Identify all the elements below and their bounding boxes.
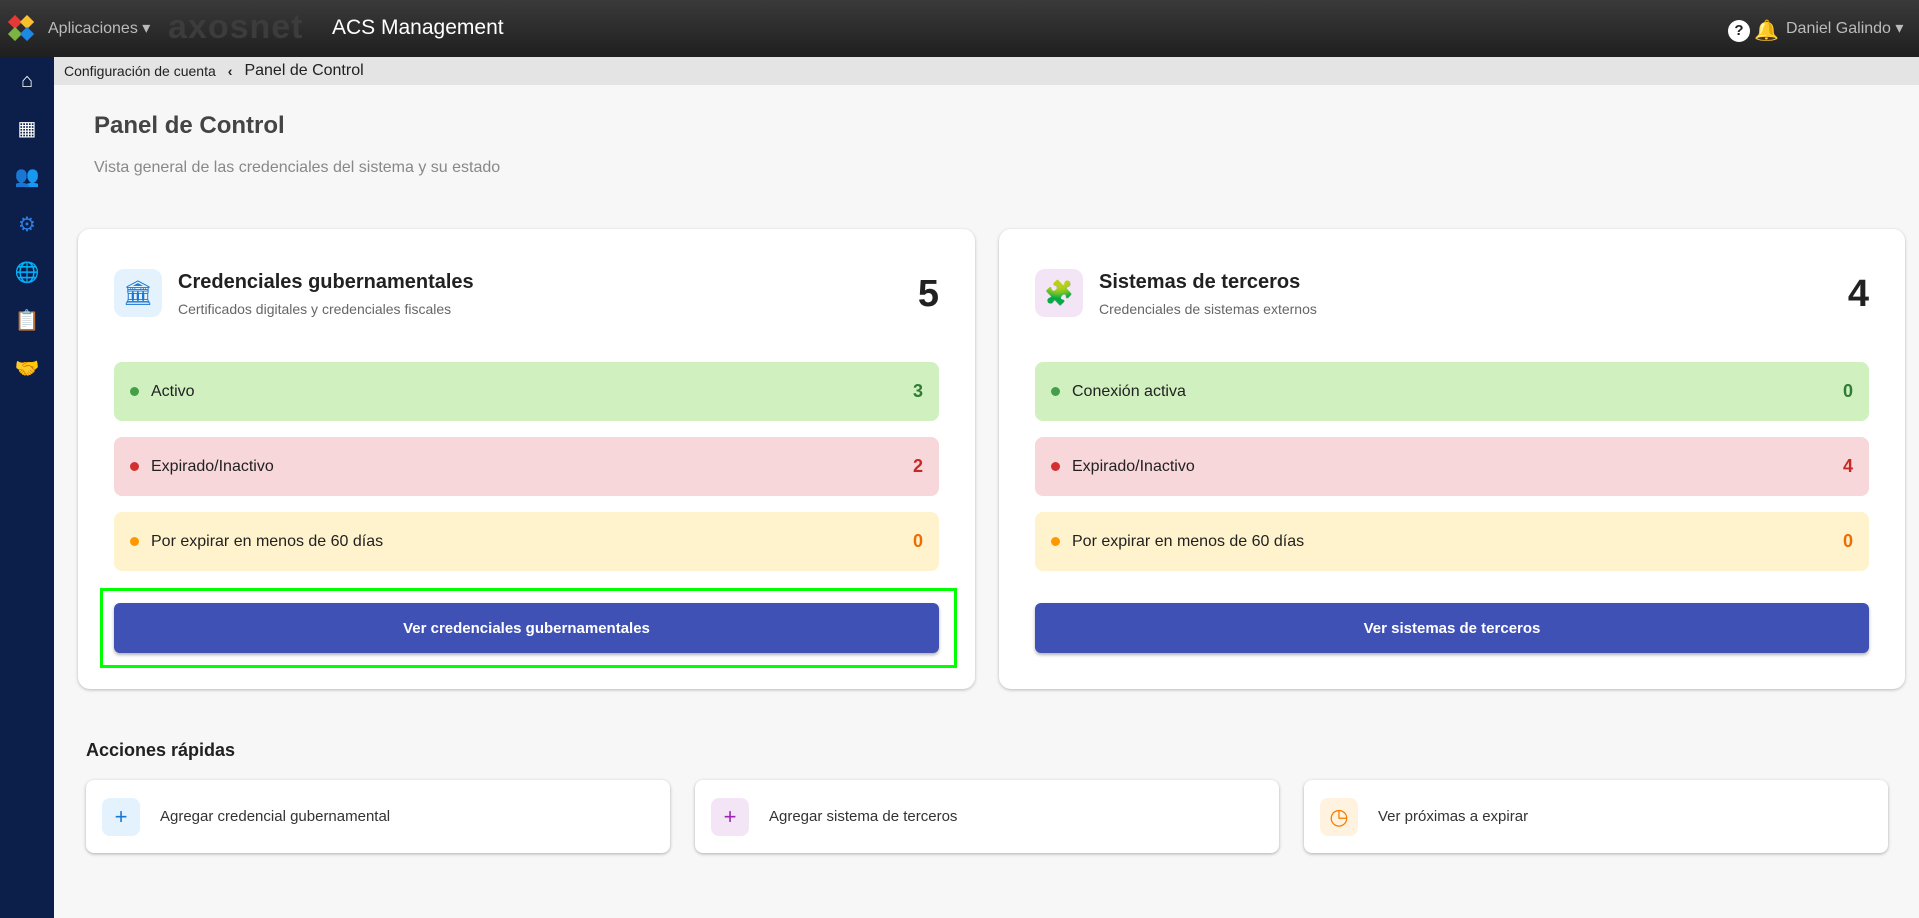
status-dot-icon xyxy=(130,387,139,396)
gear-icon[interactable]: ⚙ xyxy=(0,201,54,249)
status-label: Por expirar en menos de 60 días xyxy=(151,532,384,550)
status-dot-icon xyxy=(130,462,139,471)
status-row-expiring: Por expirar en menos de 60 días 0 xyxy=(114,512,939,571)
status-value: 0 xyxy=(1842,531,1853,551)
status-value: 3 xyxy=(912,381,923,401)
users-icon[interactable]: 👥 xyxy=(0,153,54,201)
user-menu[interactable]: Daniel Galindo ▾ xyxy=(1786,18,1903,38)
handshake-icon[interactable]: 🤝 xyxy=(0,345,54,393)
applications-menu[interactable]: Aplicaciones ▾ xyxy=(48,18,150,38)
status-value: 0 xyxy=(1842,381,1853,401)
status-value: 4 xyxy=(1842,456,1853,476)
status-row-active: Conexión activa 0 xyxy=(1035,362,1869,421)
status-label: Activo xyxy=(151,382,195,400)
bank-icon: 🏛 xyxy=(114,269,162,317)
status-dot-icon xyxy=(1051,537,1060,546)
status-row-active: Activo 3 xyxy=(114,362,939,421)
breadcrumb: Configuración de cuenta ‹ Panel de Contr… xyxy=(54,57,1919,85)
card-subtitle: Certificados digitales y credenciales fi… xyxy=(178,301,452,317)
status-dot-icon xyxy=(1051,387,1060,396)
card-subtitle: Credenciales de sistemas externos xyxy=(1099,301,1317,317)
quick-actions-title: Acciones rápidas xyxy=(86,740,236,760)
status-label: Expirado/Inactivo xyxy=(1072,457,1195,475)
add-government-credential-action[interactable]: + Agregar credencial gubernamental xyxy=(86,780,670,853)
clock-icon: ◷ xyxy=(1320,797,1358,836)
status-dot-icon xyxy=(1051,462,1060,471)
brand-logo: axosnet xyxy=(168,8,304,46)
plus-icon: + xyxy=(711,797,749,836)
building-icon[interactable]: ▦ xyxy=(0,105,54,153)
view-expiring-action[interactable]: ◷ Ver próximas a expirar xyxy=(1304,780,1888,853)
status-row-expired: Expirado/Inactivo 4 xyxy=(1035,437,1869,496)
app-title: ACS Management xyxy=(332,16,504,39)
sidebar: ⌂ ▦ 👥 ⚙ 🌐 📋 🤝 xyxy=(0,57,54,918)
status-value: 2 xyxy=(912,456,923,476)
app-logo-icon xyxy=(8,15,34,41)
card-count: 5 xyxy=(917,273,939,315)
add-third-party-system-action[interactable]: + Agregar sistema de terceros xyxy=(695,780,1279,853)
breadcrumb-parent[interactable]: Configuración de cuenta xyxy=(64,63,216,79)
card-title: Sistemas de terceros xyxy=(1099,271,1301,293)
breadcrumb-current: Panel de Control xyxy=(244,62,364,79)
highlight-outline xyxy=(100,588,957,668)
status-label: Por expirar en menos de 60 días xyxy=(1072,532,1305,550)
top-bar: Aplicaciones ▾ axosnet ACS Management ? … xyxy=(0,0,1919,57)
page-subtitle: Vista general de las credenciales del si… xyxy=(94,159,501,176)
card-title: Credenciales gubernamentales xyxy=(178,271,474,293)
third-party-systems-card: 🧩 Sistemas de terceros Credenciales de s… xyxy=(999,229,1905,689)
card-count: 4 xyxy=(1847,273,1869,315)
bell-icon[interactable]: 🔔 xyxy=(1754,18,1779,43)
plus-icon: + xyxy=(102,797,140,836)
status-label: Expirado/Inactivo xyxy=(151,457,274,475)
status-row-expiring: Por expirar en menos de 60 días 0 xyxy=(1035,512,1869,571)
action-label: Agregar credencial gubernamental xyxy=(160,808,391,825)
help-icon[interactable]: ? xyxy=(1728,20,1750,42)
view-third-party-systems-button[interactable]: Ver sistemas de terceros xyxy=(1035,603,1869,653)
action-label: Agregar sistema de terceros xyxy=(769,808,958,825)
status-row-expired: Expirado/Inactivo 2 xyxy=(114,437,939,496)
action-label: Ver próximas a expirar xyxy=(1378,808,1529,825)
page-title: Panel de Control xyxy=(94,112,285,139)
status-label: Conexión activa xyxy=(1072,382,1186,400)
home-icon[interactable]: ⌂ xyxy=(0,57,54,105)
clipboard-check-icon[interactable]: 📋 xyxy=(0,297,54,345)
status-value: 0 xyxy=(912,531,923,551)
chevron-left-icon[interactable]: ‹ xyxy=(228,63,233,79)
puzzle-icon: 🧩 xyxy=(1035,269,1083,317)
status-dot-icon xyxy=(130,537,139,546)
globe-icon[interactable]: 🌐 xyxy=(0,249,54,297)
